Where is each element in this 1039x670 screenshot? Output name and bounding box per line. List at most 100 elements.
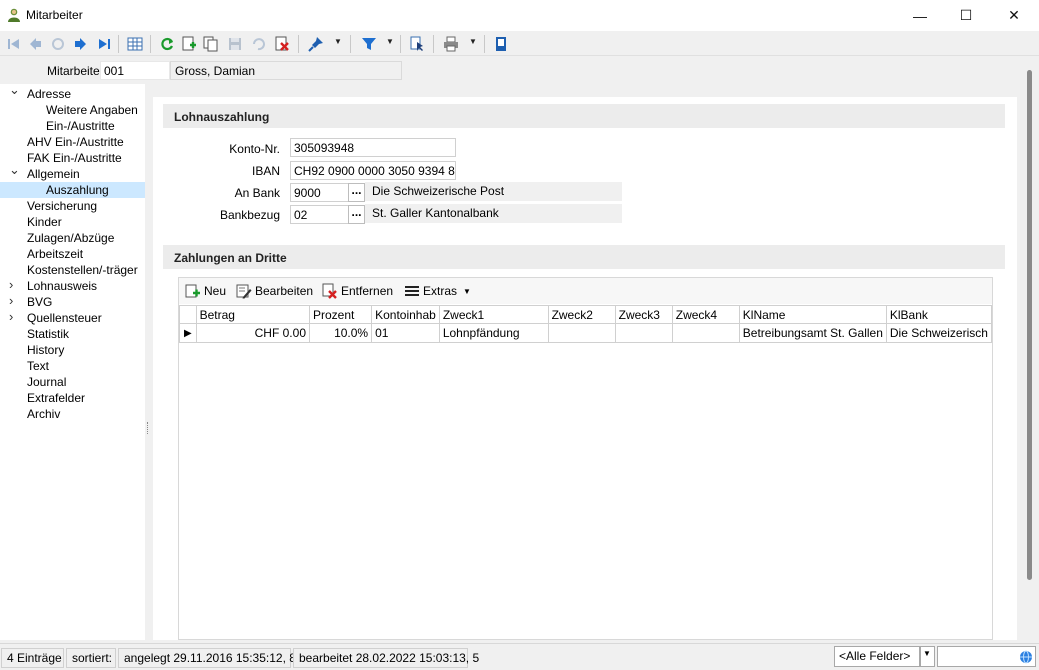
table-row[interactable]: ▶ CHF 0.00 10.0% 01 Lohnpfändung Betreibungsa…: [179, 323, 993, 343]
expand-chevron-icon[interactable]: ›: [9, 277, 19, 293]
close-button[interactable]: ✕: [991, 0, 1037, 31]
delete-record-icon[interactable]: [272, 34, 292, 54]
column-header[interactable]: Betrag: [195, 305, 311, 324]
tree-item-label: Lohnausweis: [27, 279, 98, 293]
print-dropdown-arrow-icon[interactable]: ▼: [469, 37, 477, 46]
save-icon[interactable]: [225, 34, 245, 54]
history-back-icon[interactable]: [48, 34, 68, 54]
tree-item-extrafelder[interactable]: Extrafelder: [0, 390, 145, 406]
bank-reference-code-field[interactable]: 02: [290, 205, 350, 224]
menu-lines-icon: [404, 283, 420, 299]
table-cell[interactable]: CHF 0.00: [195, 323, 311, 343]
field-filter-dropdown-arrow-icon[interactable]: ▼: [920, 646, 935, 667]
last-record-icon[interactable]: [94, 34, 114, 54]
current-row-indicator-icon: ▶: [179, 323, 197, 343]
grid-remove-button[interactable]: Entfernen: [322, 283, 393, 299]
tree-item-label: History: [27, 343, 65, 357]
toolbar-separator: [484, 35, 485, 53]
tree-item-ein-austritte[interactable]: Ein-/Austritte: [0, 118, 145, 134]
column-header[interactable]: Zweck3: [614, 305, 673, 324]
pin-icon[interactable]: [306, 34, 326, 54]
globe-search-icon[interactable]: [1019, 650, 1033, 667]
vertical-scrollbar[interactable]: [1020, 56, 1039, 640]
maximize-button[interactable]: ☐: [943, 0, 989, 31]
first-record-icon[interactable]: [4, 34, 24, 54]
tree-item-text[interactable]: Text: [0, 358, 145, 374]
table-cell[interactable]: Die Schweizerisch: [885, 323, 993, 343]
tree-item-arbeitszeit[interactable]: Arbeitszeit: [0, 246, 145, 262]
table-cell[interactable]: [614, 323, 673, 343]
table-cell[interactable]: 01: [371, 323, 440, 343]
table-cell[interactable]: 10.0%: [308, 323, 373, 343]
panel-splitter[interactable]: [145, 84, 153, 640]
bank-reference-lookup-button[interactable]: ...: [348, 205, 365, 224]
copy-record-icon[interactable]: [201, 34, 221, 54]
tree-item-allgemein[interactable]: ⌄ Allgemein: [0, 162, 145, 182]
tree-item-history[interactable]: History: [0, 342, 145, 358]
table-cell[interactable]: [671, 323, 740, 343]
main-toolbar: ▼ ▼ ▼: [0, 31, 1039, 56]
column-header[interactable]: KlBank: [885, 305, 993, 324]
table-cell[interactable]: [547, 323, 616, 343]
refresh-icon[interactable]: [157, 34, 177, 54]
table-cell[interactable]: Lohnpfändung: [438, 323, 549, 343]
expand-chevron-icon[interactable]: ›: [9, 309, 19, 325]
bank-code-field[interactable]: 9000: [290, 183, 350, 202]
tree-item-quellensteuer[interactable]: › Quellensteuer: [0, 309, 145, 326]
tree-item-statistik[interactable]: Statistik: [0, 326, 145, 342]
tree-item-versicherung[interactable]: Versicherung: [0, 198, 145, 214]
iban-field[interactable]: CH92 0900 0000 3050 9394 8: [290, 161, 456, 180]
undo-icon[interactable]: [248, 34, 268, 54]
column-header[interactable]: Kontoinhab: [371, 305, 440, 324]
table-view-icon[interactable]: [125, 34, 145, 54]
grid-remove-label: Entfernen: [341, 284, 394, 298]
column-header[interactable]: Zweck4: [671, 305, 740, 324]
window-layout-icon[interactable]: [491, 34, 511, 54]
filter-dropdown-arrow-icon[interactable]: ▼: [386, 37, 394, 46]
expand-chevron-icon[interactable]: ›: [9, 293, 19, 309]
section-header-third-party: Zahlungen an Dritte: [163, 245, 1005, 269]
tree-item-kostenstellen-träger[interactable]: Kostenstellen/-träger: [0, 262, 145, 278]
next-record-icon[interactable]: [70, 34, 90, 54]
column-header[interactable]: KlName: [738, 305, 887, 324]
filter-icon[interactable]: [359, 34, 379, 54]
field-filter-select[interactable]: <Alle Felder>: [834, 646, 920, 667]
tree-item-kinder[interactable]: Kinder: [0, 214, 145, 230]
previous-record-icon[interactable]: [26, 34, 46, 54]
tree-item-zulagen-abzüge[interactable]: Zulagen/Abzüge: [0, 230, 145, 246]
tree-item-journal[interactable]: Journal: [0, 374, 145, 390]
bank-name-display: Die Schweizerische Post: [365, 182, 622, 201]
column-header[interactable]: Zweck1: [438, 305, 549, 324]
table-cell[interactable]: Betreibungsamt St. Gallen: [738, 323, 887, 343]
column-header[interactable]: Zweck2: [547, 305, 616, 324]
collapse-chevron-icon[interactable]: ⌄: [9, 162, 20, 178]
bank-lookup-button[interactable]: ...: [348, 183, 365, 202]
collapse-chevron-icon[interactable]: ⌄: [9, 82, 20, 98]
minimize-button[interactable]: —: [897, 0, 943, 31]
account-number-field[interactable]: 305093948: [290, 138, 456, 157]
section-header-payout: Lohnauszahlung: [163, 104, 1005, 128]
tree-item-fak-ein-austritte[interactable]: FAK Ein-/Austritte: [0, 150, 145, 166]
tree-item-label: Journal: [27, 375, 67, 389]
tree-item-archiv[interactable]: Archiv: [0, 406, 145, 422]
grid-edit-label: Bearbeiten: [255, 284, 314, 298]
pin-dropdown-arrow-icon[interactable]: ▼: [334, 37, 342, 46]
navigation-tree: ⌄ Adresse Weitere Angaben Ein-/Austritte AHV…: [0, 82, 145, 640]
tree-item-auszahlung[interactable]: Auszahlung: [0, 182, 145, 198]
bank-reference-name-display: St. Galler Kantonalbank: [365, 204, 622, 223]
new-record-icon[interactable]: [179, 34, 199, 54]
tree-item-adresse[interactable]: ⌄ Adresse: [0, 82, 145, 102]
scrollbar-thumb[interactable]: [1027, 70, 1032, 580]
print-icon[interactable]: [441, 34, 461, 54]
tree-item-weitere-angaben[interactable]: Weitere Angaben: [0, 102, 145, 118]
grid-extras-menu[interactable]: Extras ▼: [404, 283, 471, 299]
tree-item-ahv-ein-austritte[interactable]: AHV Ein-/Austritte: [0, 134, 145, 150]
grid-edit-button[interactable]: Bearbeiten: [236, 283, 313, 299]
document-cursor-icon[interactable]: [407, 34, 427, 54]
employee-number-field[interactable]: 001: [100, 61, 170, 80]
column-header[interactable]: Prozent: [308, 305, 373, 324]
grid-new-button[interactable]: Neu: [185, 283, 226, 299]
tree-item-bvg[interactable]: › BVG: [0, 293, 145, 310]
quick-search-input[interactable]: [937, 646, 1036, 667]
tree-item-lohnausweis[interactable]: › Lohnausweis: [0, 277, 145, 294]
